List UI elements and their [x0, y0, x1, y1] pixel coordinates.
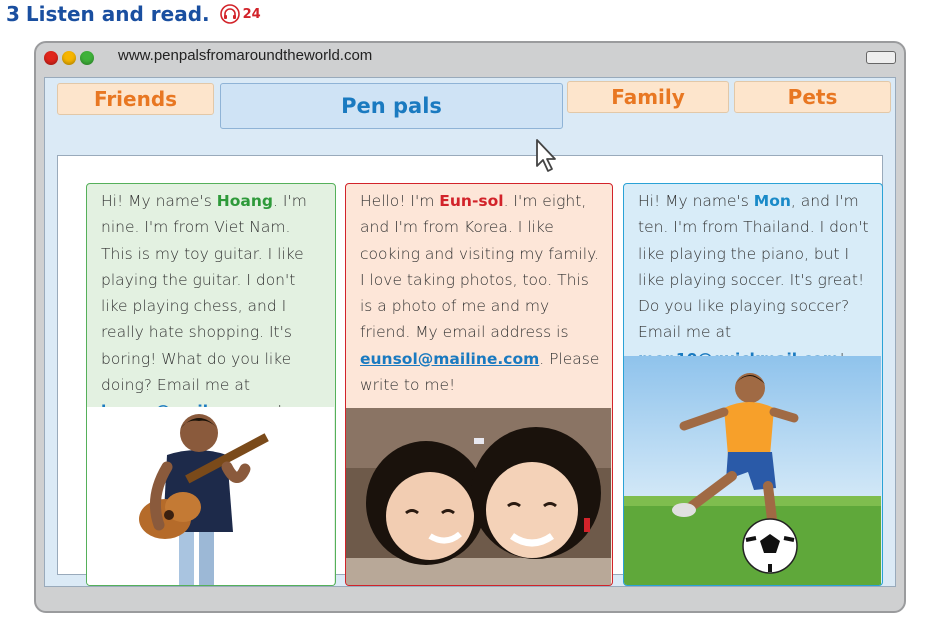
boy-playing-guitar-photo	[87, 407, 334, 585]
minimize-window-button[interactable]	[62, 51, 76, 65]
tab-pets[interactable]: Pets	[734, 81, 891, 113]
pen-pal-name: Mon	[753, 192, 791, 210]
pen-pal-name: Eun-sol	[439, 192, 504, 210]
pen-pal-card-eun-sol: Hello! I'm Eun-sol. I'm eight, and I'm f…	[345, 183, 613, 586]
web-page: Friends Pen pals Family Pets Hi! My name…	[44, 77, 896, 587]
window-controls	[44, 51, 94, 65]
email-link[interactable]: eunsol@mailine.com	[360, 350, 539, 368]
browser-window: www.penpalsfromaroundtheworld.com Friend…	[34, 41, 906, 613]
close-window-button[interactable]	[44, 51, 58, 65]
exercise-title: Listen and read.	[25, 2, 210, 26]
address-bar[interactable]: www.penpalsfromaroundtheworld.com	[118, 47, 372, 64]
boy-kicking-soccer-ball-photo	[624, 356, 881, 585]
pen-pal-name: Hoang	[216, 192, 274, 210]
exercise-heading: 3 Listen and read. 24	[6, 1, 261, 27]
card-text: Hi! My name's Mon, and I'm ten. I'm from…	[624, 184, 882, 372]
tab-pen-pals[interactable]: Pen pals	[220, 83, 563, 129]
track-number: 24	[242, 6, 261, 22]
card-text: Hello! I'm Eun-sol. I'm eight, and I'm f…	[360, 192, 600, 395]
mouse-pointer-icon	[536, 139, 556, 172]
exercise-number: 3	[6, 2, 20, 26]
two-smiling-girls-photo	[346, 408, 611, 585]
pen-pal-card-mon: Hi! My name's Mon, and I'm ten. I'm from…	[623, 183, 883, 586]
tab-family[interactable]: Family	[567, 81, 729, 113]
card-text: Hi! My name's Hoang. I'm nine. I'm from …	[87, 184, 335, 425]
audio-track[interactable]: 24	[219, 4, 261, 24]
pen-pal-card-hoang: Hi! My name's Hoang. I'm nine. I'm from …	[86, 183, 336, 586]
tab-friends[interactable]: Friends	[57, 83, 214, 115]
window-resize-button[interactable]	[866, 51, 896, 64]
maximize-window-button[interactable]	[80, 51, 94, 65]
headphones-icon	[219, 4, 240, 24]
browser-titlebar: www.penpalsfromaroundtheworld.com	[36, 43, 904, 73]
